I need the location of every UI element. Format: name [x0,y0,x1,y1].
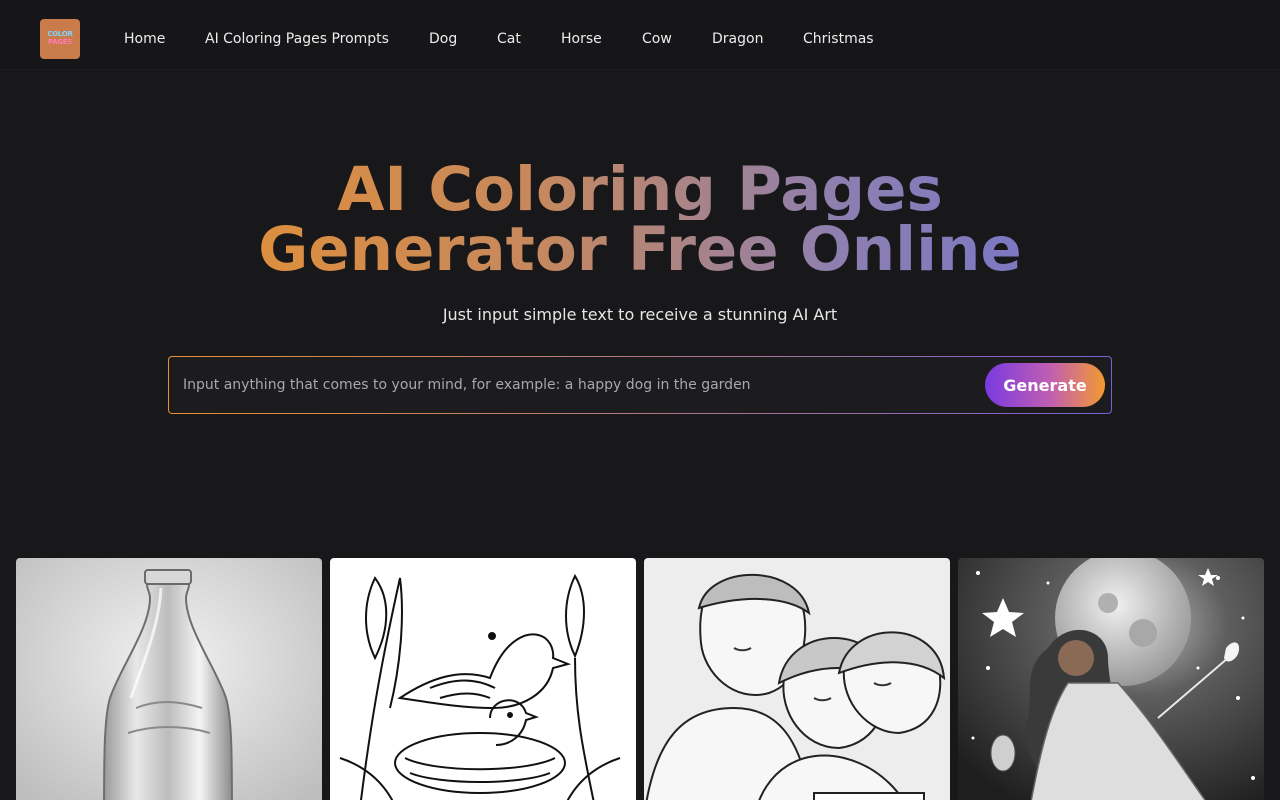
nav-link-home[interactable]: Home [124,30,165,48]
nav-link-horse[interactable]: Horse [561,30,602,48]
logo-text-line2: PAGES [48,38,72,46]
logo-text-line1: COLOR [47,30,73,38]
gallery-card-moon-girl[interactable] [958,558,1264,800]
hero-title-line1: AI Coloring Pages [140,159,1140,220]
nav-link-cow[interactable]: Cow [642,30,672,48]
gallery-card-birds[interactable] [330,558,636,800]
nav-link-dog[interactable]: Dog [429,30,457,48]
top-navbar: COLOR PAGES Home AI Coloring Pages Promp… [0,0,1280,70]
generate-button[interactable]: Generate [985,363,1105,407]
glass-bottle-image [16,558,322,800]
moon-girl-image [958,558,1264,800]
children-reading-image [644,558,950,800]
nav-link-prompts[interactable]: AI Coloring Pages Prompts [205,30,389,48]
prompt-input[interactable] [183,365,973,405]
hero-subtitle: Just input simple text to receive a stun… [442,305,838,324]
site-logo[interactable]: COLOR PAGES [40,19,80,59]
prompt-box: Generate [168,356,1112,414]
nav-link-christmas[interactable]: Christmas [803,30,874,48]
hero-title-line2: Generator Free Online [140,219,1140,280]
gallery-card-children[interactable] [644,558,950,800]
nav-link-cat[interactable]: Cat [497,30,521,48]
bird-nest-image [330,558,636,800]
gallery-card-bottle[interactable] [16,558,322,800]
nav-link-dragon[interactable]: Dragon [712,30,763,48]
